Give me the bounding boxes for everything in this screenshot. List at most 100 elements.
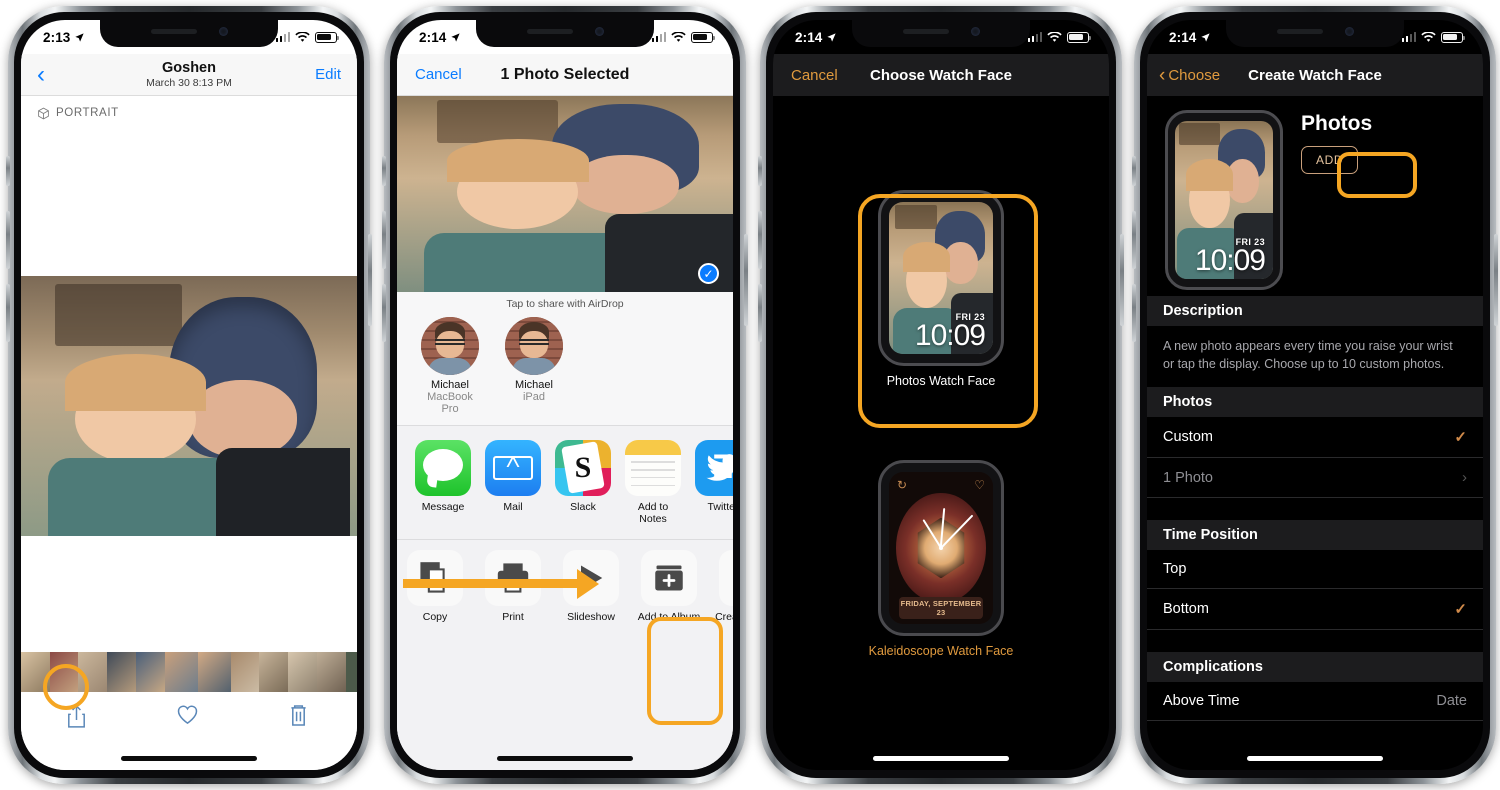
row-label: 1 Photo [1163, 469, 1213, 486]
airdrop-name: Michael [515, 379, 553, 391]
row-photo-count[interactable]: 1 Photo › [1147, 458, 1483, 499]
kaleidoscope-watch-face-option[interactable]: ↻ ♡ FRIDAY, SEPTEMBER 23 Kaleidoscope Wa… [773, 460, 1109, 658]
share-app-notes[interactable]: Add to Notes [625, 440, 681, 525]
status-time-group: 2:14 [1169, 30, 1211, 45]
volume-down-button[interactable] [1132, 284, 1136, 342]
chevron-right-icon: › [1462, 469, 1467, 487]
row-time-bottom[interactable]: Bottom ✓ [1147, 589, 1483, 631]
mute-switch[interactable] [1132, 156, 1136, 186]
volume-down-button[interactable] [382, 284, 386, 342]
preview-info: Photos ADD [1301, 110, 1372, 296]
selected-checkmark-icon: ✓ [698, 263, 719, 284]
share-apps-row[interactable]: Message Mail S Slack Add to Notes Twitte [397, 425, 733, 533]
share-title-group: 1 Photo Selected [397, 66, 733, 84]
row-time-top[interactable]: Top [1147, 550, 1483, 590]
section-header-complications: Complications [1147, 652, 1483, 683]
twitter-icon: 𝐙 [695, 440, 733, 496]
checkmark-icon: ✓ [1454, 429, 1467, 447]
action-print[interactable]: Print [479, 550, 547, 635]
row-label: Custom [1163, 429, 1213, 446]
signal-bars-icon [275, 32, 290, 42]
volume-up-button[interactable] [382, 211, 386, 269]
phone-1-photos-app: 2:13 ‹ Goshen March 30 8:13 PM Edit PORT… [6, 6, 372, 784]
status-time: 2:14 [795, 29, 823, 45]
side-button[interactable] [368, 234, 372, 326]
airdrop-target[interactable]: Michael MacBook Pro [417, 317, 483, 415]
share-app-slack[interactable]: S Slack [555, 440, 611, 525]
wifi-icon [671, 31, 686, 42]
volume-up-button[interactable] [758, 211, 762, 269]
watch-date-banner: FRIDAY, SEPTEMBER 23 [899, 597, 983, 619]
status-indicators [1027, 31, 1092, 43]
page-title: Choose Watch Face [870, 66, 1012, 84]
app-label: Add to Notes [637, 501, 669, 525]
photos-navbar: ‹ Goshen March 30 8:13 PM Edit [21, 54, 357, 96]
home-indicator[interactable] [121, 756, 257, 761]
watch-time-display: FRI 23 10:09 [1194, 237, 1266, 277]
volume-up-button[interactable] [1132, 211, 1136, 269]
earpiece-speaker [1276, 29, 1323, 34]
messages-icon [415, 440, 471, 496]
share-button[interactable] [21, 704, 132, 729]
row-above-time[interactable]: Above Time Date [1147, 682, 1483, 722]
share-app-message[interactable]: Message [415, 440, 471, 525]
mute-switch[interactable] [6, 156, 10, 186]
watch-body: FRI 23 10:09 [1165, 110, 1283, 290]
side-button[interactable] [744, 234, 748, 326]
printer-icon [485, 550, 541, 606]
photos-watch-face-highlight [858, 194, 1038, 428]
front-camera-icon [970, 27, 980, 36]
screenshot-stage: 2:13 ‹ Goshen March 30 8:13 PM Edit PORT… [0, 0, 1500, 790]
volume-down-button[interactable] [6, 284, 10, 342]
earpiece-speaker [902, 29, 949, 34]
share-app-mail[interactable]: Mail [485, 440, 541, 525]
signal-bars-icon [651, 32, 666, 42]
home-indicator[interactable] [873, 756, 1009, 761]
app-label: Mail [503, 501, 523, 513]
notch [100, 20, 278, 47]
watch-time: 10:09 [1194, 243, 1266, 277]
status-time: 2:13 [43, 29, 71, 45]
airdrop-name: Michael [431, 379, 469, 391]
shared-photo-preview[interactable]: ✓ [397, 96, 733, 292]
location-arrow-icon [827, 32, 837, 42]
wifi-icon [1047, 31, 1062, 42]
share-app-twitter[interactable]: 𝐙 Twitter [695, 440, 733, 525]
phone-3-choose-watch-face: 2:14 Cancel Choose Watch Face FRI 23 10:… [758, 6, 1124, 784]
heart-icon: ♡ [974, 478, 985, 492]
favorite-button[interactable] [132, 704, 243, 725]
mute-switch[interactable] [758, 156, 762, 186]
cube-icon [38, 107, 49, 119]
app-label: Message [421, 501, 465, 513]
watch-face-preview: ↻ ♡ FRIDAY, SEPTEMBER 23 [889, 472, 993, 624]
status-time-group: 2:14 [795, 30, 837, 45]
phone-3-bezel: 2:14 Cancel Choose Watch Face FRI 23 10:… [766, 12, 1116, 778]
airdrop-target[interactable]: Michael iPad [501, 317, 567, 415]
mute-switch[interactable] [382, 156, 386, 186]
delete-button[interactable] [243, 704, 354, 727]
phone-1-screen: 2:13 ‹ Goshen March 30 8:13 PM Edit PORT… [21, 20, 357, 770]
photo-viewer[interactable] [21, 276, 357, 536]
home-indicator[interactable] [1247, 756, 1383, 761]
create-navbar: ‹ Choose Create Watch Face [1147, 54, 1483, 96]
volume-up-button[interactable] [6, 211, 10, 269]
side-button[interactable] [1120, 234, 1124, 326]
watch-face-preview[interactable]: FRI 23 10:09 [1175, 121, 1273, 279]
phone-4-create-watch-face: 2:14 ‹ Choose Create Watch Face FRI 23 1… [1132, 6, 1498, 784]
phone-3-screen: 2:14 Cancel Choose Watch Face FRI 23 10:… [773, 20, 1109, 770]
section-header-photos: Photos [1147, 387, 1483, 418]
home-indicator[interactable] [497, 756, 633, 761]
app-label: Twitter [707, 501, 733, 513]
settings-list[interactable]: Description A new photo appears every ti… [1147, 296, 1483, 770]
add-album-icon [641, 550, 697, 606]
battery-icon [1067, 31, 1092, 43]
side-button[interactable] [1494, 234, 1498, 326]
location-arrow-icon [1201, 32, 1211, 42]
earpiece-speaker [526, 29, 573, 34]
action-copy[interactable]: Copy [401, 550, 469, 635]
airdrop-device: iPad [522, 391, 546, 403]
row-custom[interactable]: Custom ✓ [1147, 417, 1483, 459]
section-gap [1147, 630, 1483, 653]
section-header-description: Description [1147, 296, 1483, 326]
volume-down-button[interactable] [758, 284, 762, 342]
